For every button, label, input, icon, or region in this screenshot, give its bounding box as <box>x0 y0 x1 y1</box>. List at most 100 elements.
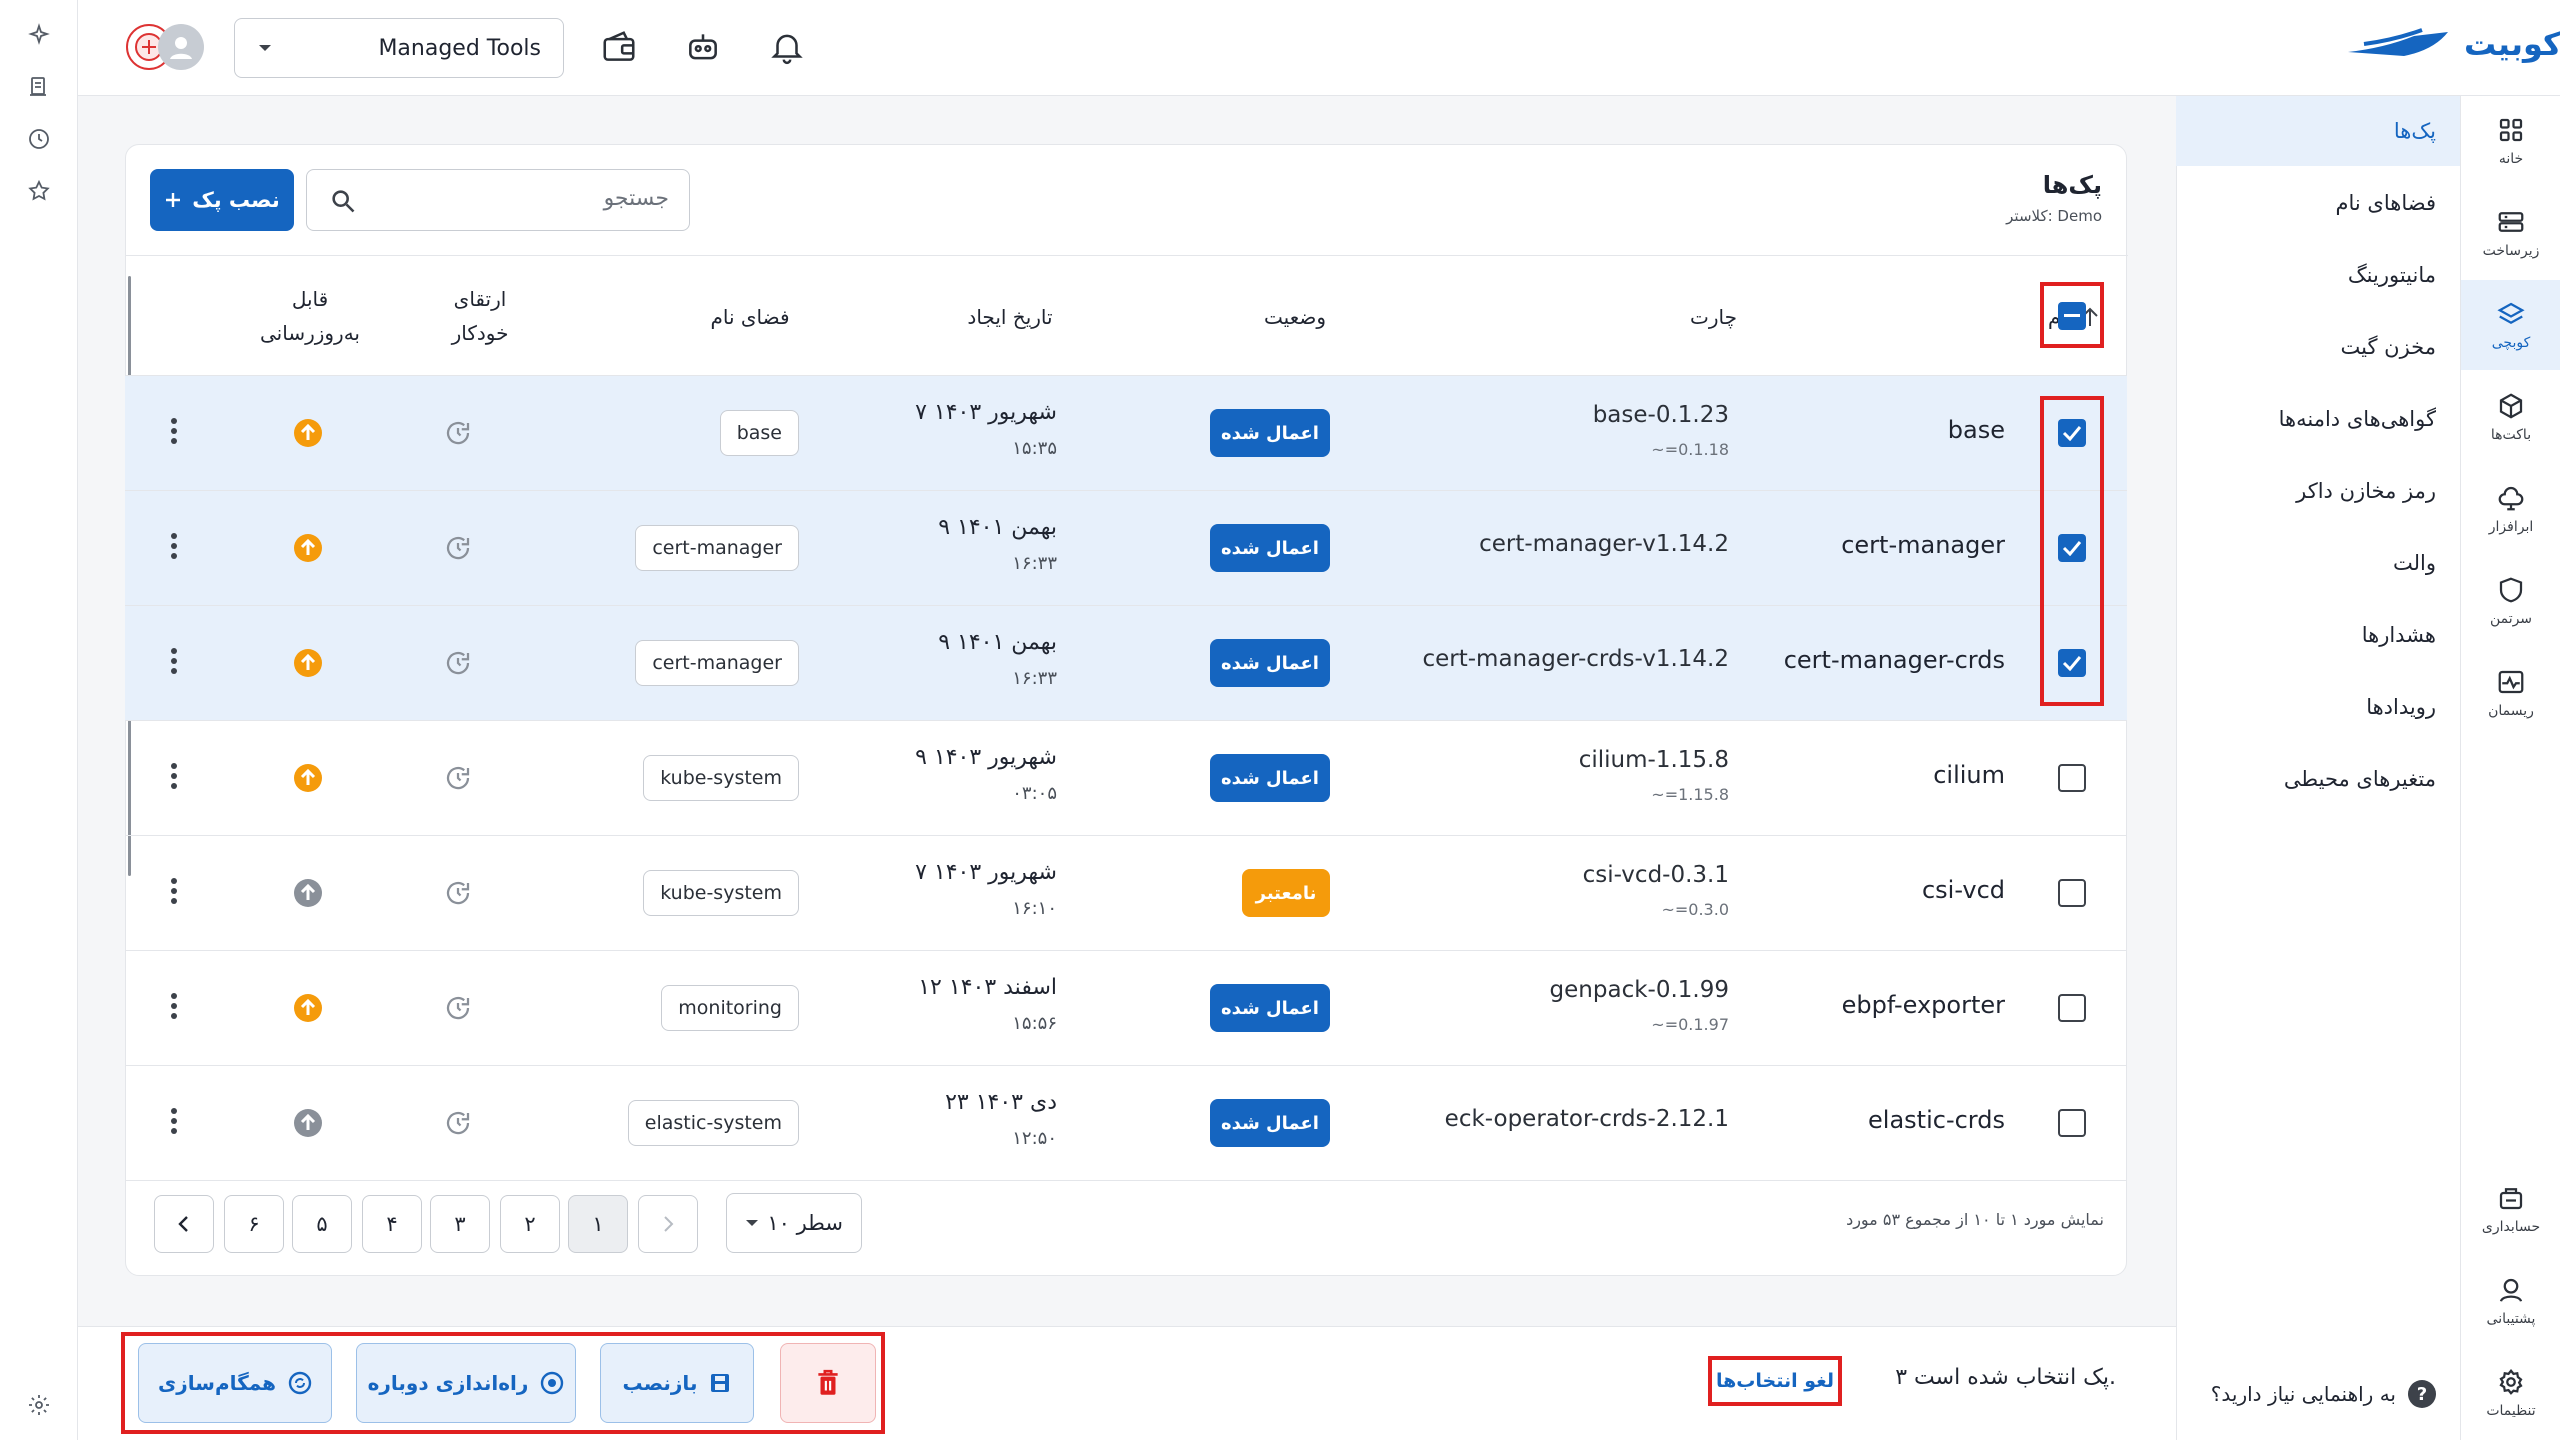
sync-button[interactable]: همگام‌سازی <box>138 1343 332 1423</box>
grid-icon <box>2499 118 2523 142</box>
auto-upgrade-icon[interactable] <box>443 878 473 908</box>
header-created[interactable]: تاریخ ایجاد <box>960 300 1060 334</box>
reinstall-button[interactable]: بازنصب <box>600 1343 754 1423</box>
page-button-2[interactable]: ۲ <box>500 1195 560 1253</box>
table-row[interactable]: cert-manager-crds cert-manager-crds-v1.14… <box>125 606 2127 721</box>
auto-upgrade-icon[interactable] <box>443 533 473 563</box>
header-namespace[interactable]: فضای نام <box>700 300 800 334</box>
table-row[interactable]: base base-0.1.23 ~=0.1.18 اعمال شده ۷ شهریور… <box>125 376 2127 491</box>
bot-icon[interactable] <box>684 28 722 66</box>
auto-upgrade-icon[interactable] <box>443 418 473 448</box>
search-input[interactable]: جستجو <box>306 169 690 231</box>
table-row[interactable]: elastic-crds eck-operator-crds-2.12.1 اعما… <box>125 1066 2127 1181</box>
rail-item-cloud-app[interactable]: ابرافزار <box>2461 464 2560 554</box>
subnav-item-vault[interactable]: والت <box>2176 528 2436 598</box>
auto-upgrade-icon[interactable] <box>443 648 473 678</box>
more-options-icon[interactable] <box>169 531 179 561</box>
prev-page-button[interactable] <box>638 1195 698 1253</box>
install-pack-button[interactable]: نصب پک <box>150 169 294 231</box>
brand-logo[interactable]: کوبیت <box>2344 22 2560 66</box>
subnav-item-certificates[interactable]: گواهی‌های دامنه‌ها <box>2176 384 2436 454</box>
next-page-button[interactable] <box>154 1195 214 1253</box>
more-options-icon[interactable] <box>169 416 179 446</box>
status-badge: اعمال شده <box>1210 409 1330 457</box>
update-available-icon[interactable] <box>293 533 323 563</box>
more-options-icon[interactable] <box>169 876 179 906</box>
row-checkbox[interactable] <box>2058 1109 2086 1137</box>
rail-label: کوبچی <box>2491 335 2531 351</box>
created-date: ۱۲ اسفند ۱۴۰۳ <box>918 975 1057 1000</box>
subnav-item-namespaces[interactable]: فضاهای نام <box>2176 168 2436 238</box>
rail-item-rismaan[interactable]: ریسمان <box>2461 648 2560 738</box>
namespace-chip[interactable]: cert-manager <box>635 640 799 686</box>
subnav-item-docker-secrets[interactable]: رمز مخازن داکر <box>2176 456 2436 526</box>
subnav-item-monitoring[interactable]: مانیتورینگ <box>2176 240 2436 310</box>
document-list-icon[interactable] <box>22 70 56 104</box>
gear-icon[interactable] <box>22 1388 56 1422</box>
box-icon <box>2499 393 2523 419</box>
update-available-icon[interactable] <box>293 1108 323 1138</box>
row-checkbox[interactable] <box>2058 994 2086 1022</box>
row-checkbox[interactable] <box>2058 879 2086 907</box>
page-button-6[interactable]: ۶ <box>224 1195 284 1253</box>
subnav-item-packs[interactable]: پک‌ها <box>2176 96 2460 166</box>
delete-button[interactable] <box>780 1343 876 1423</box>
namespace-chip[interactable]: base <box>719 410 799 456</box>
auto-upgrade-icon[interactable] <box>443 993 473 1023</box>
update-available-icon[interactable] <box>293 763 323 793</box>
rail-item-settings[interactable]: تنظیمات <box>2461 1348 2560 1438</box>
subnav-item-git-repo[interactable]: مخزن گیت <box>2176 312 2436 382</box>
star-icon[interactable] <box>22 174 56 208</box>
rail-item-support[interactable]: پشتیبانی <box>2461 1256 2560 1346</box>
history-icon[interactable] <box>22 122 56 156</box>
sparkle-icon[interactable] <box>22 18 56 52</box>
support-icon <box>2499 1278 2523 1302</box>
highlight-box <box>2040 396 2104 706</box>
update-available-icon[interactable] <box>293 878 323 908</box>
auto-upgrade-icon[interactable] <box>443 1108 473 1138</box>
namespace-chip[interactable]: kube-system <box>643 870 799 916</box>
namespace-chip[interactable]: cert-manager <box>635 525 799 571</box>
rail-item-home[interactable]: خانه <box>2461 96 2560 186</box>
clear-selection-link[interactable]: لغو انتخاب‌ها <box>1708 1356 1842 1406</box>
subnav-item-alerts[interactable]: هشدارها <box>2176 600 2436 670</box>
wallet-icon[interactable] <box>600 28 638 66</box>
namespace-chip[interactable]: kube-system <box>643 755 799 801</box>
subnav-item-events[interactable]: رویدادها <box>2176 672 2436 742</box>
more-options-icon[interactable] <box>169 991 179 1021</box>
rail-item-sartaman[interactable]: سرتمن <box>2461 556 2560 646</box>
avatar[interactable] <box>158 24 204 70</box>
table-row[interactable]: ebpf-exporter genpack-0.1.99 ~=0.1.97 اعمال… <box>125 951 2127 1066</box>
restart-button[interactable]: راه‌اندازی دوباره <box>356 1343 576 1423</box>
more-options-icon[interactable] <box>169 1106 179 1136</box>
subnav-item-env-vars[interactable]: متغیرهای محیطی <box>2176 744 2436 814</box>
table-row[interactable]: cilium cilium-1.15.8 ~=1.15.8 اعمال شده ۹ شه… <box>125 721 2127 836</box>
page-button-4[interactable]: ۴ <box>362 1195 422 1253</box>
page-button-1[interactable]: ۱ <box>568 1195 628 1253</box>
more-options-icon[interactable] <box>169 646 179 676</box>
rail-item-buckets[interactable]: باکت‌ها <box>2461 372 2560 462</box>
update-available-icon[interactable] <box>293 993 323 1023</box>
page-button-3[interactable]: ۳ <box>430 1195 490 1253</box>
header-chart[interactable]: چارت <box>1690 300 1737 334</box>
row-checkbox[interactable] <box>2058 764 2086 792</box>
rows-per-page-select[interactable]: ۱۰ سطر <box>726 1193 862 1253</box>
namespace-chip[interactable]: monitoring <box>661 985 799 1031</box>
status-badge: نامعتبر <box>1242 869 1330 917</box>
table-row[interactable]: cert-manager cert-manager-v1.14.2 اعمال شد… <box>125 491 2127 606</box>
page-button-5[interactable]: ۵ <box>292 1195 352 1253</box>
namespace-chip[interactable]: elastic-system <box>627 1100 799 1146</box>
header-status[interactable]: وضعیت <box>1250 300 1340 334</box>
table-row[interactable]: csi-vcd csi-vcd-0.3.1 ~=0.3.0 نامعتبر ۷ شهری… <box>125 836 2127 951</box>
org-select[interactable]: Managed Tools <box>234 18 564 78</box>
bell-icon[interactable] <box>768 28 806 66</box>
update-available-icon[interactable] <box>293 648 323 678</box>
help-link[interactable]: به راهنمایی نیاز دارید؟ ? <box>2211 1380 2436 1408</box>
rail-item-infrastructure[interactable]: زیرساخت <box>2461 188 2560 278</box>
rail-item-accounting[interactable]: حسابداری <box>2461 1164 2560 1254</box>
update-available-icon[interactable] <box>293 418 323 448</box>
auto-upgrade-icon[interactable] <box>443 763 473 793</box>
rail-item-kubechi[interactable]: کوبچی <box>2461 280 2560 370</box>
more-options-icon[interactable] <box>169 761 179 791</box>
help-text: به راهنمایی نیاز دارید؟ <box>2210 1382 2396 1406</box>
